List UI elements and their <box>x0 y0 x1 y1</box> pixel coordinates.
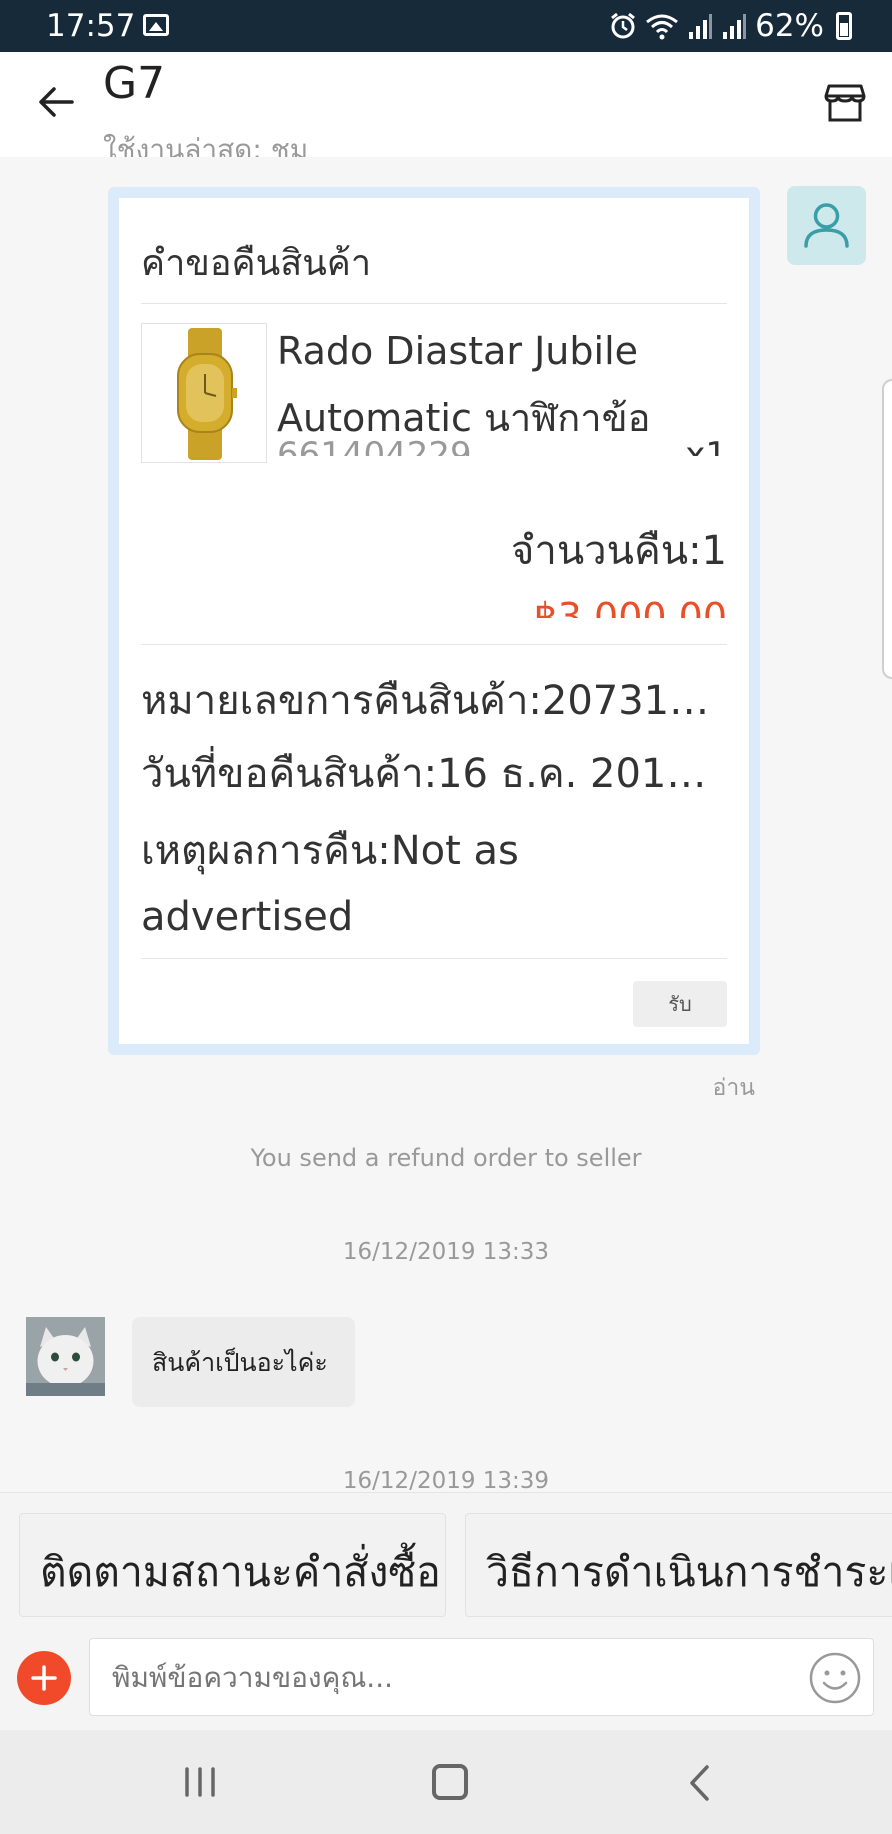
quick-reply-track-order[interactable]: ติดตามสถานะคำสั่งซื้อ <box>19 1513 446 1617</box>
product-name[interactable]: Rado Diastar Jubile Automatic นาฬิกาข้อม… <box>277 318 717 436</box>
battery-icon <box>836 12 852 40</box>
message-timestamp: 16/12/2019 13:33 <box>342 1239 550 1265</box>
accept-button[interactable]: รับ <box>633 981 727 1027</box>
refund-amount: ฿3,000.00 <box>533 595 727 618</box>
status-time: 17:57 <box>46 8 136 44</box>
message-input[interactable] <box>89 1638 874 1716</box>
divider <box>141 644 727 645</box>
alarm-icon <box>611 12 636 39</box>
refund-reason: เหตุผลการคืน:Not as advertised <box>141 828 519 940</box>
message-timestamp: 16/12/2019 13:39 <box>342 1468 550 1492</box>
home-icon[interactable] <box>432 1764 468 1800</box>
product-quantity: x1 <box>685 436 727 456</box>
emoji-icon[interactable] <box>808 1651 862 1705</box>
plus-icon <box>31 1665 57 1691</box>
store-icon[interactable] <box>824 82 866 124</box>
watch-image <box>177 328 237 460</box>
system-message: You send a refund order to seller <box>250 1144 642 1172</box>
refund-card-title: คำขอคืนสินค้า <box>141 243 372 284</box>
battery-percent: 62% <box>755 8 824 44</box>
quick-reply-payment-method[interactable]: วิธีการดำเนินการชำระเงิน <box>465 1513 892 1617</box>
last-active-status: ใช้งานล่าสุด: ชม <box>103 133 309 157</box>
chat-area[interactable]: คำขอคืนสินค้า Rado Diastar Jubile Automa… <box>0 157 892 1492</box>
message-input-bar <box>0 1624 892 1730</box>
chat-header: G7 ใช้งานล่าสุด: ชม <box>0 52 892 157</box>
signal-icon <box>689 14 713 39</box>
chat-title[interactable]: G7 <box>103 58 165 109</box>
add-attachment-button[interactable] <box>17 1651 71 1705</box>
scroll-handle[interactable] <box>882 379 892 679</box>
divider <box>141 303 727 304</box>
chat-message[interactable]: สินค้าเป็นอะไค่ะ <box>132 1317 355 1407</box>
return-quantity: จำนวนคืน:1 <box>510 528 727 574</box>
divider <box>141 958 727 959</box>
seller-avatar[interactable] <box>26 1317 105 1396</box>
nav-back-icon[interactable] <box>687 1764 711 1802</box>
status-icons: 62% <box>609 8 852 44</box>
signal-icon <box>723 14 747 39</box>
image-icon <box>143 14 169 36</box>
wifi-icon <box>646 14 679 40</box>
refund-date: วันที่ขอคืนสินค้า:16 ธ.ค. 2019... <box>141 751 721 797</box>
read-status: อ่าน <box>712 1075 755 1101</box>
person-icon <box>804 203 849 248</box>
quick-reply-bar[interactable]: ติดตามสถานะคำสั่งซื้อ วิธีการดำเนินการชำ… <box>0 1492 892 1624</box>
agent-avatar[interactable] <box>787 186 866 265</box>
recents-icon[interactable] <box>183 1767 217 1797</box>
refund-number: หมายเลขการคืนสินค้า:207313... <box>141 678 721 724</box>
system-nav-bar <box>0 1730 892 1834</box>
product-id: 661404229 <box>277 436 472 456</box>
status-bar: 17:57 62% <box>0 0 892 52</box>
back-arrow-icon[interactable] <box>36 82 76 122</box>
cat-avatar-image <box>26 1317 105 1396</box>
refund-request-card[interactable]: คำขอคืนสินค้า Rado Diastar Jubile Automa… <box>108 187 760 1055</box>
product-thumbnail[interactable] <box>141 323 267 463</box>
